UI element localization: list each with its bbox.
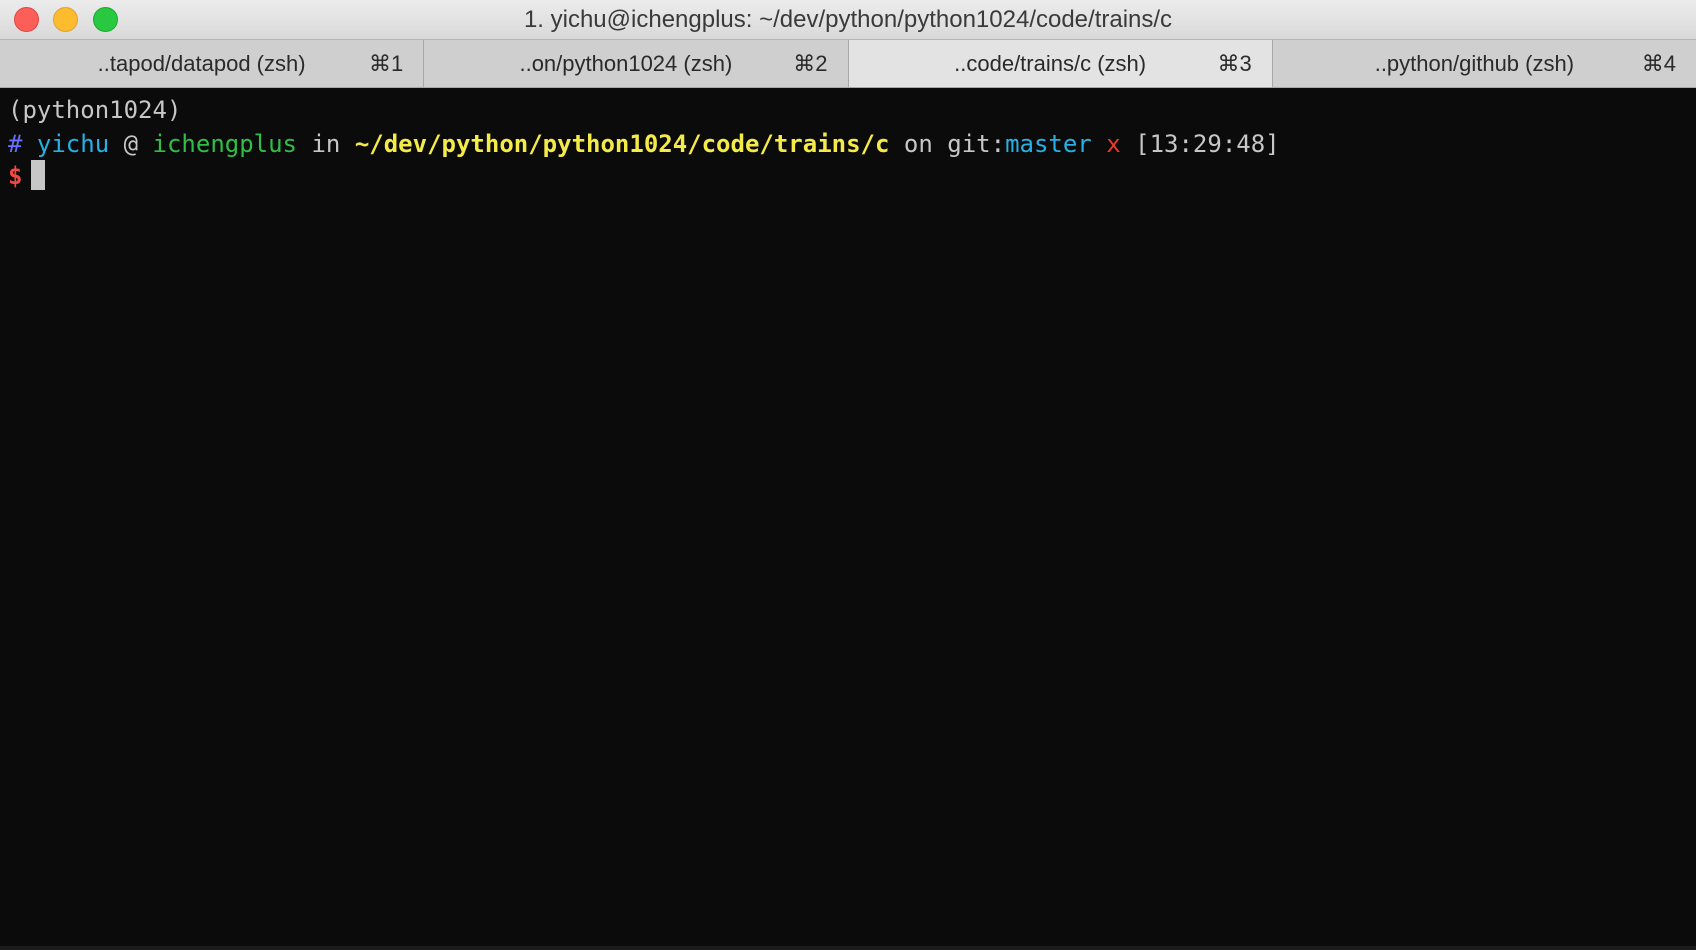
prompt-at: @ [123, 130, 139, 158]
prompt-hash: # [8, 130, 23, 158]
prompt-path: ~/dev/python/python1024/code/trains/c [354, 130, 890, 158]
terminal-window: 1. yichu@ichengplus: ~/dev/python/python… [0, 0, 1696, 950]
tab-label: ..code/trains/c (zsh) [954, 51, 1147, 76]
tab-label: ..on/python1024 (zsh) [519, 51, 733, 76]
prompt-git-prefix: on git: [903, 130, 1006, 158]
title-bar[interactable]: 1. yichu@ichengplus: ~/dev/python/python… [0, 0, 1696, 40]
terminal-output[interactable]: (python1024) # yichu @ ichengplus in ~/d… [0, 88, 1696, 948]
prompt-host: ichengplus [152, 130, 298, 158]
tab-datapod[interactable]: ..tapod/datapod (zsh) ⌘1 [0, 40, 425, 87]
tab-python1024[interactable]: ..on/python1024 (zsh) ⌘2 [424, 40, 849, 87]
text-cursor [31, 160, 46, 190]
venv-line: (python1024) [8, 93, 181, 127]
tab-label: ..python/github (zsh) [1374, 51, 1575, 76]
venv-indicator: (python1024) [8, 96, 182, 124]
prompt-dollar: $ [8, 162, 23, 190]
prompt-info-line: # yichu @ ichengplus in ~/dev/python/pyt… [8, 127, 1280, 161]
window-title: 1. yichu@ichengplus: ~/dev/python/python… [523, 6, 1173, 33]
prompt-time: [13:29:48] [1135, 130, 1280, 158]
prompt-git-branch: master [1005, 130, 1092, 158]
prompt-user: yichu [36, 130, 110, 158]
window-bottom-edge [0, 946, 1696, 950]
tab-shortcut: ⌘3 [1217, 51, 1252, 76]
tab-shortcut: ⌘2 [793, 51, 828, 76]
tab-trains-c[interactable]: ..code/trains/c (zsh) ⌘3 [848, 40, 1273, 87]
input-line[interactable]: $ [8, 159, 46, 193]
tab-label: ..tapod/datapod (zsh) [97, 51, 306, 76]
tab-shortcut: ⌘1 [369, 51, 404, 76]
tab-bar: ..tapod/datapod (zsh) ⌘1 ..on/python1024… [0, 40, 1696, 88]
prompt-in: in [311, 130, 341, 158]
tab-shortcut: ⌘4 [1641, 51, 1676, 76]
tab-github[interactable]: ..python/github (zsh) ⌘4 [1273, 40, 1696, 87]
prompt-dirty-marker: x [1106, 130, 1121, 158]
